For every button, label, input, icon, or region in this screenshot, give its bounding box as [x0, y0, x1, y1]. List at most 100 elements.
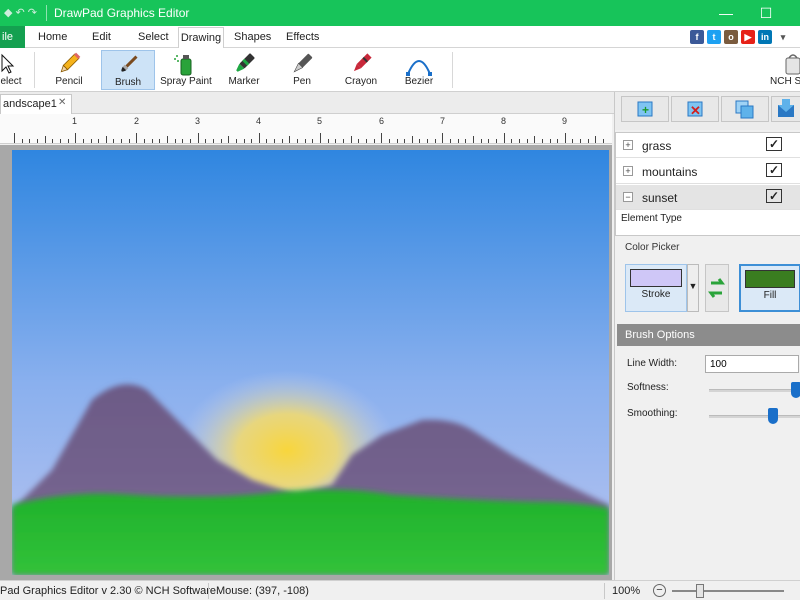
drawing-canvas[interactable] — [12, 150, 609, 575]
twitter-icon[interactable]: t — [707, 30, 721, 44]
layer-down-button[interactable] — [771, 96, 800, 122]
tab-drawing[interactable]: Drawing — [178, 27, 224, 49]
ruler-tick — [14, 133, 15, 143]
ruler-tick — [534, 136, 535, 143]
tool-pencil[interactable]: Pencil — [44, 50, 94, 90]
ruler-tick — [496, 139, 497, 143]
ruler-number: 3 — [195, 116, 201, 126]
fill-color-button[interactable]: Fill — [739, 264, 800, 312]
pen-icon — [293, 53, 313, 73]
layer-name: sunset — [642, 191, 678, 205]
tool-crayon[interactable]: Crayon — [338, 50, 384, 90]
ruler-tick — [343, 139, 344, 143]
tab-effects[interactable]: Effects — [286, 26, 319, 48]
softness-slider-thumb[interactable] — [791, 382, 800, 398]
ruler-tick — [198, 133, 199, 143]
visibility-checkbox[interactable]: ✓ — [766, 137, 782, 151]
ruler-number: 1 — [72, 116, 78, 126]
minimize-icon[interactable]: — — [712, 2, 740, 24]
ruler-number: 8 — [501, 116, 507, 126]
expand-icon[interactable]: + — [623, 166, 633, 176]
ruler-tick — [488, 139, 489, 143]
tool-pen[interactable]: Pen — [280, 50, 324, 90]
ruler-tick — [152, 139, 153, 143]
ruler-tick — [236, 139, 237, 143]
visibility-checkbox[interactable]: ✓ — [766, 189, 782, 203]
ruler-tick — [389, 139, 390, 143]
tool-label: Pencil — [55, 76, 83, 87]
tool-bezier[interactable]: Bezier — [396, 50, 442, 90]
delete-layer-button[interactable]: ✕ — [671, 96, 719, 122]
tool-marker[interactable]: Marker — [222, 50, 266, 90]
window-title: DrawPad Graphics Editor — [54, 6, 190, 20]
status-app-text: Pad Graphics Editor v 2.30 © NCH Softwar… — [0, 585, 216, 597]
collapse-icon[interactable]: − — [623, 192, 633, 202]
layer-row-grass[interactable]: + grass ✓ — [616, 133, 800, 158]
fill-swatch — [745, 270, 795, 288]
ruler-tick — [121, 139, 122, 143]
tool-nch-suite[interactable]: NCH S — [770, 50, 800, 90]
duplicate-layer-icon — [735, 100, 754, 119]
quick-access-icons[interactable]: ◆ ↶ ↷ — [4, 6, 37, 19]
ruler-number: 4 — [256, 116, 262, 126]
ruler-tick — [481, 139, 482, 143]
ruler-tick — [37, 139, 38, 143]
layer-row-mountains[interactable]: + mountains ✓ — [616, 159, 800, 184]
photo-icon[interactable]: o — [724, 30, 738, 44]
linkedin-icon[interactable]: in — [758, 30, 772, 44]
stroke-swatch — [630, 269, 682, 287]
status-mouse-position: Mouse: (397, -108) — [216, 585, 309, 597]
ruler-tick — [320, 133, 321, 143]
ruler-tick — [527, 139, 528, 143]
bezier-icon — [406, 60, 432, 76]
tool-spray-paint[interactable]: Spray Paint — [160, 50, 212, 90]
close-icon[interactable]: ✕ — [58, 97, 66, 108]
expand-icon[interactable]: + — [623, 140, 633, 150]
nch-suite-icon — [785, 54, 800, 75]
stroke-color-button[interactable]: Stroke — [625, 264, 687, 312]
ruler-tick — [312, 139, 313, 143]
maximize-icon[interactable]: ☐ — [752, 2, 780, 24]
title-bar: ◆ ↶ ↷ DrawPad Graphics Editor — ☐ — [0, 0, 800, 26]
ruler-tick — [572, 139, 573, 143]
horizontal-ruler: 1 2 3 4 5 6 7 8 9 — [0, 114, 612, 144]
ruler-number: 5 — [317, 116, 323, 126]
add-layer-icon: + — [637, 101, 653, 117]
chevron-down-icon: ▼ — [688, 281, 698, 291]
tab-edit[interactable]: Edit — [92, 26, 111, 48]
smoothing-slider-thumb[interactable] — [768, 408, 779, 424]
zoom-slider-thumb[interactable] — [696, 584, 704, 598]
zoom-slider-track[interactable] — [672, 590, 784, 592]
ruler-tick — [358, 139, 359, 143]
ruler-tick — [603, 139, 604, 143]
layer-row-sunset[interactable]: − sunset ✓ — [616, 185, 800, 210]
swap-colors-button[interactable] — [705, 264, 729, 312]
ruler-tick — [465, 139, 466, 143]
add-layer-button[interactable]: + — [621, 96, 669, 122]
right-panel: + ✕ + grass ✓ + mountains ✓ − sunset ✓ E… — [614, 92, 800, 580]
visibility-checkbox[interactable]: ✓ — [766, 163, 782, 177]
tab-shapes[interactable]: Shapes — [234, 26, 271, 48]
facebook-icon[interactable]: f — [690, 30, 704, 44]
stroke-dropdown[interactable]: ▼ — [687, 264, 699, 312]
ruler-tick — [282, 139, 283, 143]
smoothing-slider-track[interactable] — [709, 415, 800, 418]
softness-slider-track[interactable] — [709, 389, 800, 392]
ruler-tick — [221, 139, 222, 143]
ruler-tick — [504, 133, 505, 143]
duplicate-layer-button[interactable] — [721, 96, 769, 122]
help-dropdown-icon[interactable]: ▾ — [776, 30, 790, 44]
tool-brush[interactable]: Brush — [101, 50, 155, 90]
pencil-icon — [60, 52, 81, 73]
tab-select[interactable]: Select — [138, 26, 169, 48]
ruler-tick — [366, 139, 367, 143]
tab-home[interactable]: Home — [38, 26, 67, 48]
zoom-out-icon[interactable]: − — [653, 584, 666, 597]
ruler-tick — [52, 139, 53, 143]
tab-file[interactable]: ile — [0, 26, 25, 48]
ruler-tick — [328, 139, 329, 143]
line-width-input[interactable] — [705, 355, 799, 373]
tool-select[interactable]: elect — [0, 50, 22, 90]
youtube-icon[interactable]: ▶ — [741, 30, 755, 44]
ruler-tick — [397, 139, 398, 143]
